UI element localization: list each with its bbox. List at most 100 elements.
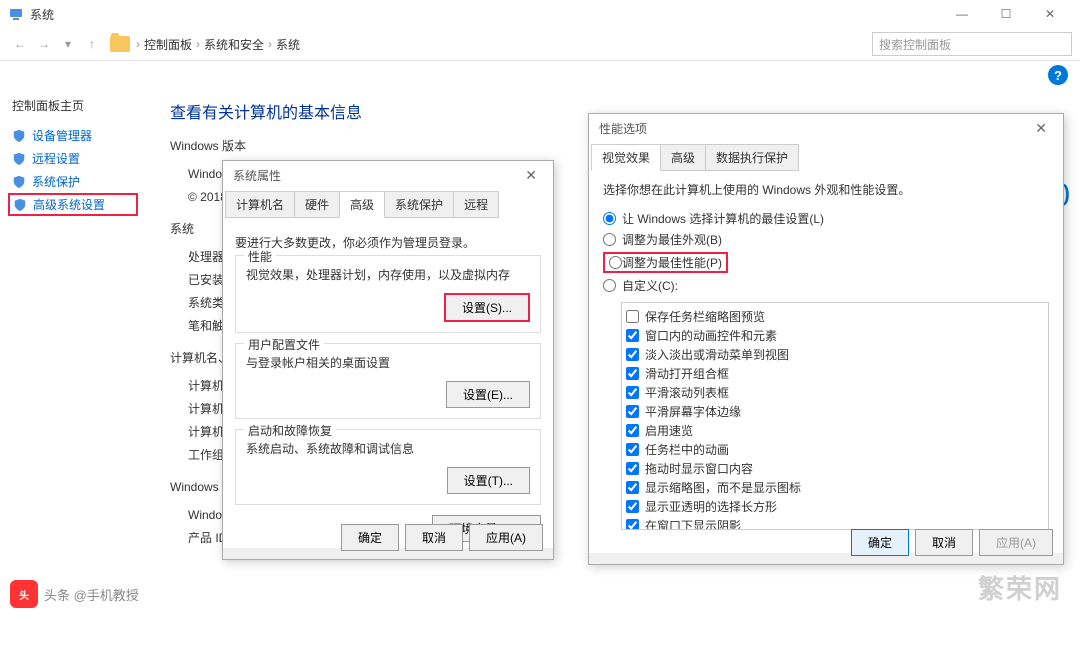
close-icon[interactable]: ✕: [1029, 120, 1053, 137]
search-placeholder: 搜索控制面板: [879, 36, 951, 53]
admin-note: 要进行大多数更改，你必须作为管理员登录。: [235, 234, 541, 251]
sidebar-item-label: 高级系统设置: [33, 196, 105, 213]
breadcrumb-item[interactable]: 系统和安全: [204, 36, 264, 53]
check-item[interactable]: 拖动时显示窗口内容: [626, 459, 1044, 478]
sidebar-item-advanced[interactable]: 高级系统设置: [8, 193, 138, 216]
tab-dep[interactable]: 数据执行保护: [705, 144, 799, 171]
toutiao-logo-icon: 头: [10, 580, 38, 608]
startup-settings-button[interactable]: 设置(T)...: [447, 467, 530, 494]
sidebar-title: 控制面板主页: [12, 97, 138, 114]
radio-option[interactable]: 调整为最佳外观(B): [603, 229, 1049, 250]
help-icon[interactable]: ?: [1048, 65, 1068, 85]
dialog-body: 选择你想在此计算机上使用的 Windows 外观和性能设置。 让 Windows…: [589, 171, 1063, 553]
shield-icon: [13, 198, 27, 212]
userprof-settings-button[interactable]: 设置(E)...: [446, 381, 530, 408]
check-item[interactable]: 显示缩略图，而不是显示图标: [626, 478, 1044, 497]
watermark-right: 繁荣网: [978, 569, 1062, 606]
perf-desc: 选择你想在此计算机上使用的 Windows 外观和性能设置。: [603, 181, 1049, 198]
group-startup: 启动和故障恢复 系统启动、系统故障和调试信息 设置(T)...: [235, 429, 541, 505]
checkbox-input[interactable]: [626, 481, 639, 494]
group-performance: 性能 视觉效果，处理器计划，内存使用，以及虚拟内存 设置(S)...: [235, 255, 541, 333]
apply-button[interactable]: 应用(A): [469, 524, 543, 551]
close-icon[interactable]: ✕: [519, 167, 543, 184]
checkbox-input[interactable]: [626, 424, 639, 437]
check-item[interactable]: 在窗口下显示阴影: [626, 516, 1044, 530]
checkbox-input[interactable]: [626, 462, 639, 475]
check-item[interactable]: 启用速览: [626, 421, 1044, 440]
checkbox-label: 启用速览: [645, 422, 693, 439]
radio-option[interactable]: 调整为最佳性能(P): [603, 250, 1049, 275]
tab-advanced[interactable]: 高级: [339, 191, 385, 218]
check-item[interactable]: 平滑屏幕字体边缘: [626, 402, 1044, 421]
group-desc: 系统启动、系统故障和调试信息: [246, 440, 530, 457]
breadcrumb: 控制面板 › 系统和安全 › 系统: [144, 36, 864, 53]
forward-button[interactable]: →: [32, 32, 56, 56]
cancel-button[interactable]: 取消: [915, 529, 973, 556]
checkbox-label: 拖动时显示窗口内容: [645, 460, 753, 477]
tab-protection[interactable]: 系统保护: [384, 191, 454, 218]
shield-icon: [12, 152, 26, 166]
radio-option[interactable]: 自定义(C):: [603, 275, 1049, 296]
check-item[interactable]: 平滑滚动列表框: [626, 383, 1044, 402]
breadcrumb-item[interactable]: 控制面板: [144, 36, 192, 53]
minimize-button[interactable]: —: [940, 0, 984, 28]
radio-input[interactable]: [603, 233, 616, 246]
history-dropdown[interactable]: ▾: [56, 32, 80, 56]
checkbox-input[interactable]: [626, 405, 639, 418]
checkbox-label: 淡入淡出或滑动菜单到视图: [645, 346, 789, 363]
radio-input[interactable]: [609, 254, 622, 271]
close-button[interactable]: ✕: [1028, 0, 1072, 28]
maximize-button[interactable]: ☐: [984, 0, 1028, 28]
cancel-button[interactable]: 取消: [405, 524, 463, 551]
checkbox-input[interactable]: [626, 443, 639, 456]
tab-computer-name[interactable]: 计算机名: [225, 191, 295, 218]
navbar: ← → ▾ ↑ › 控制面板 › 系统和安全 › 系统 搜索控制面板: [0, 28, 1080, 60]
checkbox-input[interactable]: [626, 310, 639, 323]
radio-option[interactable]: 让 Windows 选择计算机的最佳设置(L): [603, 208, 1049, 229]
system-icon: [8, 6, 24, 22]
check-item[interactable]: 窗口内的动画控件和元素: [626, 326, 1044, 345]
check-item[interactable]: 任务栏中的动画: [626, 440, 1044, 459]
titlebar: 系统 — ☐ ✕: [0, 0, 1080, 28]
checkbox-input[interactable]: [626, 386, 639, 399]
radio-input[interactable]: [603, 279, 616, 292]
sidebar-item-remote[interactable]: 远程设置: [12, 147, 138, 170]
tab-visual-effects[interactable]: 视觉效果: [591, 144, 661, 171]
checkbox-label: 在窗口下显示阴影: [645, 517, 741, 530]
checkbox-input[interactable]: [626, 367, 639, 380]
back-button[interactable]: ←: [8, 32, 32, 56]
tab-remote[interactable]: 远程: [453, 191, 499, 218]
system-properties-dialog: 系统属性 ✕ 计算机名 硬件 高级 系统保护 远程 要进行大多数更改，你必须作为…: [222, 160, 554, 560]
sidebar-item-device-manager[interactable]: 设备管理器: [12, 124, 138, 147]
radio-input[interactable]: [603, 212, 616, 225]
watermark-left: 头 头条 @手机教授: [10, 580, 139, 608]
radio-label: 让 Windows 选择计算机的最佳设置(L): [622, 210, 824, 227]
breadcrumb-item[interactable]: 系统: [276, 36, 300, 53]
check-item[interactable]: 滑动打开组合框: [626, 364, 1044, 383]
group-legend: 启动和故障恢复: [244, 422, 336, 439]
sidebar-item-protection[interactable]: 系统保护: [12, 170, 138, 193]
apply-button[interactable]: 应用(A): [979, 529, 1053, 556]
dialog-body: 要进行大多数更改，你必须作为管理员登录。 性能 视觉效果，处理器计划，内存使用，…: [223, 218, 553, 548]
ok-button[interactable]: 确定: [851, 529, 909, 556]
checkbox-input[interactable]: [626, 519, 639, 530]
check-item[interactable]: 保存任务栏缩略图预览: [626, 307, 1044, 326]
search-input[interactable]: 搜索控制面板: [872, 32, 1072, 56]
check-item[interactable]: 淡入淡出或滑动菜单到视图: [626, 345, 1044, 364]
checkbox-input[interactable]: [626, 329, 639, 342]
checkbox-input[interactable]: [626, 348, 639, 361]
window-title: 系统: [30, 6, 940, 23]
visual-effects-checklist[interactable]: 保存任务栏缩略图预览窗口内的动画控件和元素淡入淡出或滑动菜单到视图滑动打开组合框…: [621, 302, 1049, 530]
tab-hardware[interactable]: 硬件: [294, 191, 340, 218]
tab-advanced[interactable]: 高级: [660, 144, 706, 171]
watermark-left-text: 头条 @手机教授: [44, 585, 139, 604]
radio-label: 调整为最佳性能(P): [622, 254, 722, 271]
checkbox-input[interactable]: [626, 500, 639, 513]
perf-settings-button[interactable]: 设置(S)...: [444, 293, 530, 322]
up-button[interactable]: ↑: [80, 32, 104, 56]
checkbox-label: 平滑滚动列表框: [645, 384, 729, 401]
check-item[interactable]: 显示亚透明的选择长方形: [626, 497, 1044, 516]
dialog-titlebar: 系统属性 ✕: [223, 161, 553, 189]
checkbox-label: 滑动打开组合框: [645, 365, 729, 382]
ok-button[interactable]: 确定: [341, 524, 399, 551]
